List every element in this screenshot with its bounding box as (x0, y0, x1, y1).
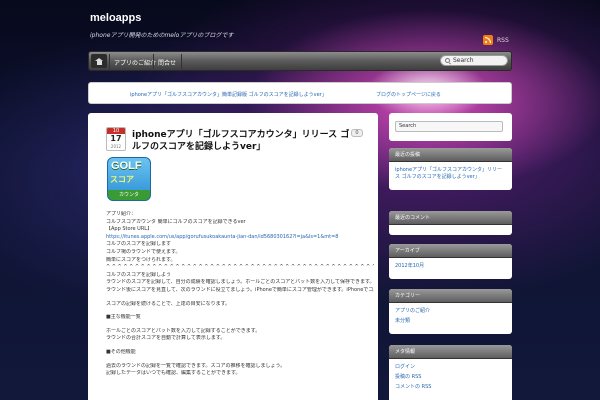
post-article: 10 17 2012 iphoneアプリ「ゴルフスコアカウンタ」リリース ゴルフ… (88, 113, 378, 400)
post-line: 記録したデータはいつでも確認、編集することができます。 (106, 370, 241, 377)
post-line: ゴルフのスコアを記録します (106, 241, 172, 248)
sidebar-search-widget: Search (389, 113, 512, 141)
widget-meta: メタ情報 ログイン 投稿の RSS コメントの RSS (389, 345, 512, 400)
nav-divider (109, 54, 110, 69)
app-store-link[interactable]: https://itunes.apple.com/us/app/gorufusu… (106, 234, 374, 242)
header-rss-link[interactable]: RSS (483, 35, 509, 45)
post-body: アプリ紹介： ゴルフスコアカウンタ 簡単にゴルフのスコアを記録できるver 【A… (106, 211, 374, 378)
site-title[interactable]: meloapps (90, 12, 141, 24)
widget-title: アーカイブ (389, 244, 512, 258)
meta-comments-rss-link[interactable]: コメントの RSS (395, 384, 506, 391)
home-icon (95, 57, 103, 65)
app-icon-kana: スコア (110, 175, 134, 184)
archive-link[interactable]: 2012年10月 (395, 263, 506, 270)
widget-title: メタ情報 (389, 345, 512, 359)
post-line: 過去のラウンドの記録を一覧で確認できます。スコアの推移を確認しましょう。 (106, 362, 286, 369)
post-date-badge: 10 17 2012 (106, 127, 126, 151)
post-line: 簡単にスコアをつけられます。 (106, 256, 176, 263)
nav-item-contact[interactable]: 問合せ (158, 58, 176, 67)
post-date-year: 2012 (110, 144, 122, 149)
post-line: ^ ^ ^ ^ ^ ^ ^ ^ ^ ^ ^ ^ ^ ^ ^ ^ ^ ^ ^ ^ … (106, 264, 374, 271)
post-line: ラウンドの合計スコアを自動で計算して表示します。 (106, 335, 226, 342)
post-title[interactable]: iphoneアプリ「ゴルフスコアカウンタ」リリース ゴルフのスコアを記録しようv… (132, 129, 350, 153)
app-icon-band: カウンタ (108, 190, 150, 200)
comment-count-badge[interactable]: 0 (351, 129, 363, 137)
nav-item-apps[interactable]: アプリのご紹介 (114, 58, 156, 67)
banner-link-post[interactable]: iphoneアプリ「ゴルフスコアカウンタ」簡単記録版 ゴルフのスコアを記録しよう… (130, 91, 327, 98)
nav-search-input[interactable]: Search (440, 55, 508, 66)
post-line: ホールごとのスコアとパット数を入力して記録することができます。 (106, 327, 261, 334)
post-section-heading: ■その他機能 (106, 348, 136, 355)
post-date-day: 17 (110, 134, 122, 143)
post-line: 【App Store URL】 (106, 226, 153, 233)
header-rss-label: RSS (497, 36, 509, 44)
rss-icon (483, 35, 493, 45)
post-line: ゴルフのスコアを記録しよう (106, 271, 172, 278)
post-line: スコアの記録を続けることで、上達の目安になります。 (106, 300, 231, 307)
post-section-heading: ■主な機能一覧 (106, 314, 141, 321)
widget-categories: カテゴリー アプリのご紹介 未分類 (389, 289, 512, 334)
search-icon (445, 58, 450, 63)
widget-title: カテゴリー (389, 289, 512, 303)
sidebar-search-input[interactable]: Search (395, 121, 503, 132)
category-link-uncategorized[interactable]: 未分類 (395, 318, 506, 325)
recent-post-link[interactable]: iphoneアプリ「ゴルフスコアカウンタ」リリース ゴルフのスコアを記録しようv… (395, 167, 506, 181)
widget-archives: アーカイブ 2012年10月 (389, 244, 512, 279)
post-line: ゴルフ場のラウンドで使えます。 (106, 248, 181, 255)
banner-link-home[interactable]: ブログのトップページに戻る (376, 91, 441, 98)
widget-recent-comments: 最近のコメント (389, 211, 512, 235)
home-button[interactable] (91, 54, 107, 68)
widget-recent-posts: 最近の投稿 iphoneアプリ「ゴルフスコアカウンタ」リリース ゴルフのスコアを… (389, 148, 512, 190)
widget-title: 最近のコメント (389, 211, 512, 225)
meta-posts-rss-link[interactable]: 投稿の RSS (395, 374, 506, 381)
post-line: ゴルフスコアカウンタ 簡単にゴルフのスコアを記録できるver (106, 218, 246, 225)
post-line: ラウンド後にスコアを見直して、次のラウンドに役立てましょう。iPhoneで簡単に… (106, 286, 374, 293)
golf-app-icon: GOLF スコア カウンタ (107, 157, 151, 201)
category-link-apps[interactable]: アプリのご紹介 (395, 308, 506, 315)
post-line: アプリ紹介： (106, 211, 137, 217)
nav-search-placeholder: Search (453, 57, 474, 64)
nav-divider (181, 54, 182, 69)
post-line: ラウンドのスコアを記録して、自分の成績を確認しましょう。ホールごとのスコアとパッ… (106, 279, 374, 286)
featured-banner: iphoneアプリ「ゴルフスコアカウンタ」簡単記録版 ゴルフのスコアを記録しよう… (88, 82, 512, 104)
widget-title: 最近の投稿 (389, 148, 512, 162)
site-description: iphoneアプリ開発のためのmeloアプリのブログです (90, 32, 234, 39)
meta-login-link[interactable]: ログイン (395, 364, 506, 371)
app-icon-word: GOLF (111, 160, 142, 172)
nav-divider (153, 54, 154, 69)
